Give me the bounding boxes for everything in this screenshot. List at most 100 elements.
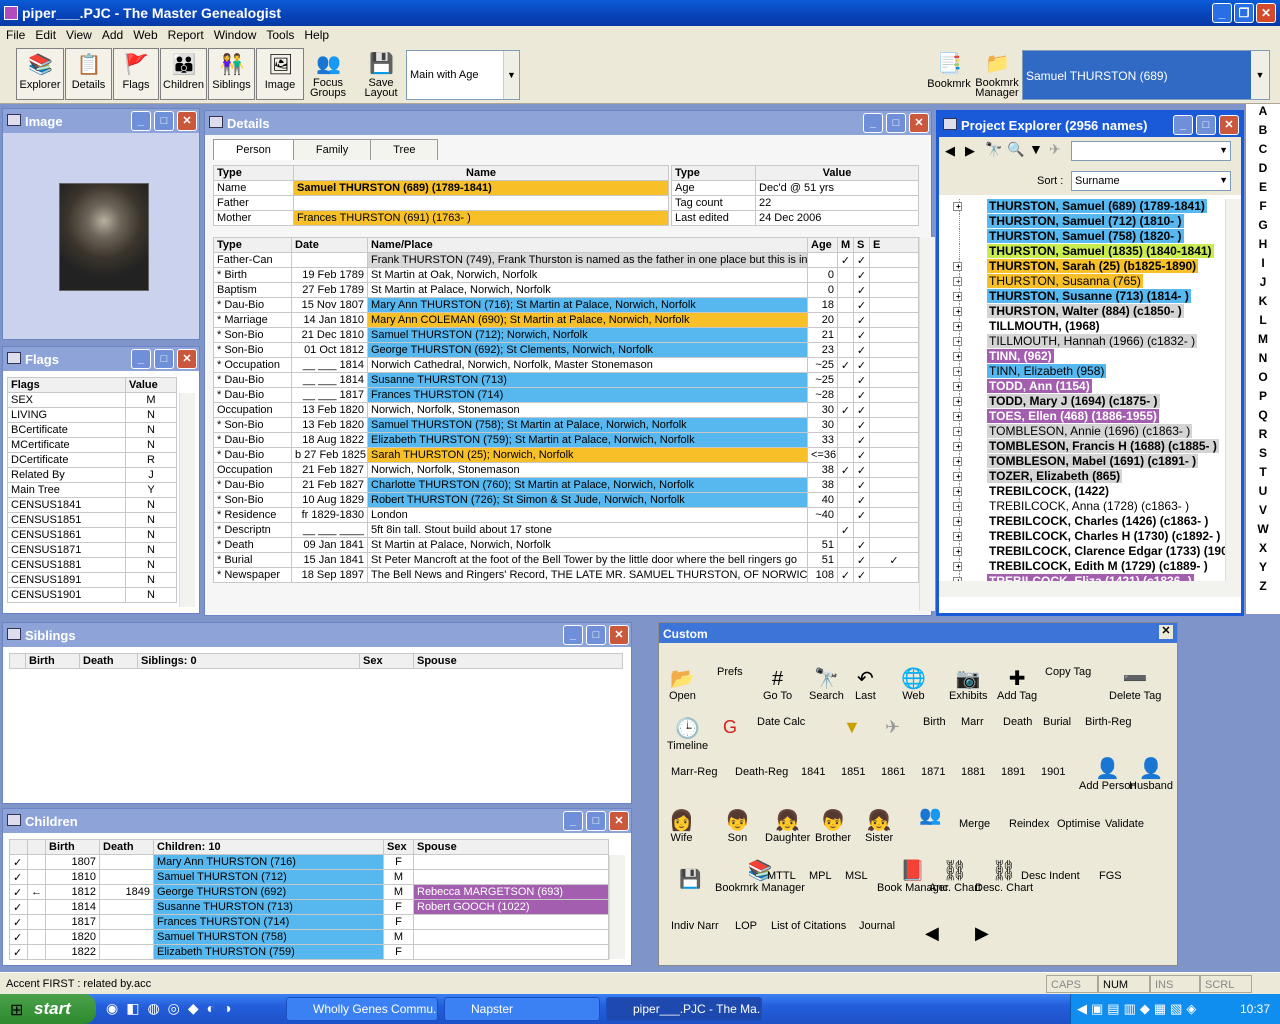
col-header[interactable]: Children: 10 [153,839,384,855]
custom-marr-reg-button[interactable]: Marr-Reg [671,767,717,778]
expand-icon[interactable]: + [953,337,962,346]
event-row[interactable]: * Son-Bio 10 Aug 1829 Robert THURSTON (726… [213,492,919,508]
custom-death-reg-button[interactable]: Death-Reg [735,767,788,778]
custom-mpl-button[interactable]: MPL [809,871,832,882]
flag-row[interactable]: CENSUS1881 N [7,557,177,573]
toolbar-icon[interactable]: ▼ [843,717,861,738]
event-row[interactable]: Occupation 13 Feb 1820 Norwich, Norfolk, S… [213,402,919,418]
binoculars-icon[interactable]: 🔭 [985,141,1002,158]
col-header[interactable]: E [869,237,919,253]
alpha-f[interactable]: F [1246,199,1280,218]
alpha-a[interactable]: A [1246,104,1280,123]
explorer-row[interactable]: + TINN, (962) [939,349,1225,364]
expand-icon[interactable]: + [953,502,962,511]
close-button[interactable]: ✕ [609,811,629,831]
col-header[interactable]: Flags [7,377,126,393]
explorer-row[interactable]: + TOZER, Elizabeth (865) [939,469,1225,484]
custom-add-person-button[interactable]: 👤 Add Person [1079,757,1136,792]
custom-lop-button[interactable]: LOP [735,921,757,932]
event-row[interactable]: Occupation 21 Feb 1827 Norwich, Norfolk, S… [213,462,919,478]
custom-sister-button[interactable]: 👧 Sister [865,809,893,844]
event-row[interactable]: * Son-Bio 13 Feb 1820 Samuel THURSTON (758… [213,417,919,433]
col-header[interactable]: Death [79,653,138,669]
col-header[interactable]: Type [671,165,756,181]
explorer-button[interactable]: 📚 Explorer [16,48,64,100]
event-row[interactable]: * Dau-Bio 18 Aug 1822 Elizabeth THURSTON (… [213,432,919,448]
custom-exhibits-button[interactable]: 📷 Exhibits [949,667,988,702]
tab-tree[interactable]: Tree [370,139,439,160]
custom-anc-chart-button[interactable]: ⛓ Anc. Chart [929,859,981,894]
col-header[interactable]: Value [755,165,919,181]
prev-arrow-icon[interactable]: ◀ [945,143,955,159]
flags-scrollbar[interactable] [179,393,195,607]
expand-icon[interactable]: + [953,532,962,541]
custom-merge-button[interactable]: Merge [959,819,990,830]
chevron-down-icon[interactable]: ▼ [503,51,519,99]
explorer-row[interactable]: + TREBILCOCK, (1422) [939,484,1225,499]
save-layout-button[interactable]: 💾 Save Layout [358,48,404,100]
custom-add-tag-button[interactable]: ✚ Add Tag [997,667,1037,702]
custom-go-to-button[interactable]: # Go To [763,667,792,702]
col-header[interactable]: Type [213,237,292,253]
col-header[interactable]: Spouse [413,653,623,669]
event-row[interactable]: * Dau-Bio b 27 Feb 1825 Sarah THURSTON (25… [213,447,919,463]
alpha-q[interactable]: Q [1246,408,1280,427]
close-button[interactable]: ✕ [177,349,197,369]
child-row[interactable]: ✓ 1807 Mary Ann THURSTON (716) F [9,854,609,870]
col-header[interactable]: Spouse [413,839,609,855]
expand-icon[interactable]: + [953,382,962,391]
child-row[interactable]: ✓ 1820 Samuel THURSTON (758) M [9,929,609,945]
task-wholly-genes[interactable]: Wholly Genes Commu... [286,997,438,1021]
close-button[interactable]: ✕ [1256,3,1276,23]
event-row[interactable]: * Son-Bio 21 Dec 1810 Samuel THURSTON (712… [213,327,919,343]
flag-row[interactable]: Related By J [7,467,177,483]
custom-1901-button[interactable]: 1901 [1041,767,1065,778]
alpha-k[interactable]: K [1246,294,1280,313]
col-header[interactable]: Birth [25,653,80,669]
expand-icon[interactable]: + [953,487,962,496]
custom-1881-button[interactable]: 1881 [961,767,985,778]
explorer-row[interactable]: + THURSTON, Walter (884) (c1850- ) [939,304,1225,319]
explorer-row[interactable]: THURSTON, Samuel (712) (1810- ) [939,214,1225,229]
expand-icon[interactable]: + [953,352,962,361]
flag-row[interactable]: DCertificate R [7,452,177,468]
expand-icon[interactable]: + [953,292,962,301]
col-header[interactable]: Name [293,165,669,181]
expand-icon[interactable]: + [953,442,962,451]
expand-icon[interactable]: + [953,367,962,376]
name-row[interactable]: Name Samuel THURSTON (689) (1789-1841) [213,180,669,196]
custom-copy-tag-button[interactable]: Copy Tag [1045,667,1091,678]
maximize-button[interactable]: □ [586,625,606,645]
explorer-row[interactable]: + TOMBLESON, Annie (1696) (c1863- ) [939,424,1225,439]
explorer-row[interactable]: + TODD, Mary J (1694) (c1875- ) [939,394,1225,409]
child-row[interactable]: ✓ 1817 Frances THURSTON (714) F [9,914,609,930]
event-row[interactable]: * Death 09 Jan 1841 St Martin at Palace, N… [213,537,919,553]
alpha-p[interactable]: P [1246,389,1280,408]
expand-icon[interactable]: + [953,457,962,466]
explorer-row[interactable]: + TODD, Ann (1154) [939,379,1225,394]
layout-select[interactable]: Main with Age ▼ [406,50,520,100]
custom-date-calc-button[interactable]: Date Calc [757,717,805,728]
event-row[interactable]: * Residence fr 1829-1830 London ~40 ✓ [213,507,919,523]
explorer-row[interactable]: + TREBILCOCK, Edith M (1729) (c1889- ) [939,559,1225,574]
alpha-b[interactable]: B [1246,123,1280,142]
explorer-hscrollbar[interactable] [939,581,1241,597]
explorer-row[interactable]: + THURSTON, Susanna (765) [939,274,1225,289]
alpha-t[interactable]: T [1246,465,1280,484]
col-header[interactable]: S [853,237,870,253]
minimize-button[interactable]: _ [563,811,583,831]
toolbar-icon[interactable]: ◀ [925,923,939,944]
chevron-down-icon[interactable]: ▼ [1219,145,1228,155]
custom-1841-button[interactable]: 1841 [801,767,825,778]
maximize-button[interactable]: □ [1196,115,1216,135]
explorer-row[interactable]: + TOMBLESON, Mabel (1691) (c1891- ) [939,454,1225,469]
alpha-e[interactable]: E [1246,180,1280,199]
event-row[interactable]: * Marriage 14 Jan 1810 Mary Ann COLEMAN (6… [213,312,919,328]
flag-row[interactable]: MCertificate N [7,437,177,453]
custom-search-button[interactable]: 🔭 Search [809,667,844,702]
expand-icon[interactable]: + [953,277,962,286]
explorer-row[interactable]: + TOMBLESON, Francis H (1688) (c1885- ) [939,439,1225,454]
col-header[interactable]: M [837,237,854,253]
custom-web-button[interactable]: 🌐 Web [901,667,926,702]
col-header[interactable]: Birth [45,839,100,855]
